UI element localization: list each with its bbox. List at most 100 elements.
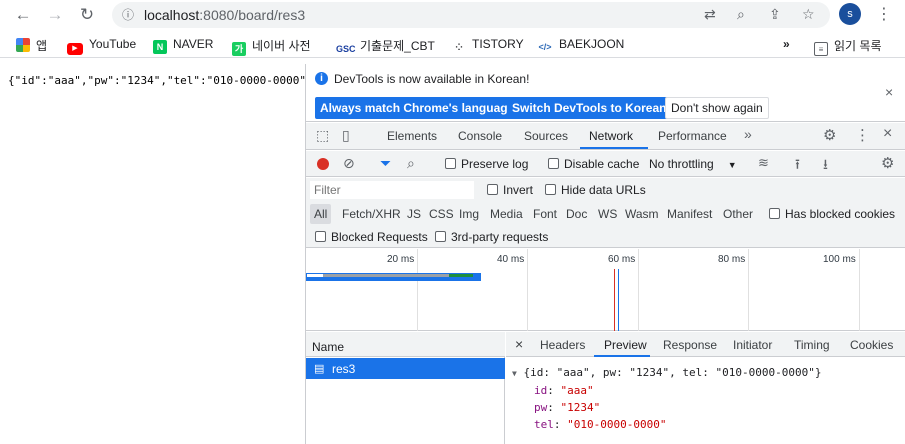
inspect-element-icon[interactable]: ⬚ [316, 127, 329, 144]
tab-initiator[interactable]: Initiator [733, 338, 772, 352]
browser-menu-icon[interactable]: ⋮ [876, 4, 892, 24]
gridline [417, 249, 418, 331]
browser-toolbar: ← → ↻ ⓘ localhost:8080/board/res3 ⇄ ⌕ ⇪ … [0, 0, 905, 30]
tab-console[interactable]: Console [458, 129, 502, 143]
tab-cookies[interactable]: Cookies [850, 338, 893, 352]
request-bar [306, 273, 481, 281]
disable-cache-checkbox[interactable]: Disable cache [548, 157, 639, 171]
third-party-checkbox[interactable]: 3rd-party requests [435, 230, 548, 244]
switch-to-korean-button[interactable]: Switch DevTools to Korean [507, 97, 672, 119]
preview-summary-row[interactable]: ▼ {id: "aaa", pw: "1234", tel: "010-0000… [512, 364, 821, 382]
tab-network[interactable]: Network [589, 129, 633, 143]
profile-avatar[interactable]: s [839, 3, 861, 25]
clear-icon[interactable]: ⊘ [343, 155, 355, 172]
network-conditions-icon[interactable]: ≋ [758, 155, 769, 171]
network-toolbar: ⊘ ⏷ ⌕ Preserve log Disable cache No thro… [306, 151, 905, 177]
bookmark-cbt[interactable]: GSC 기출문제_CBT [336, 37, 435, 56]
bookmark-apps[interactable]: 앱 [16, 37, 47, 54]
reading-list[interactable]: ≡ 읽기 목록 [814, 37, 882, 56]
bookmark-naver[interactable]: N NAVER [153, 37, 213, 54]
tab-sources[interactable]: Sources [524, 129, 568, 143]
reload-icon[interactable]: ↻ [76, 4, 98, 26]
name-column-header[interactable]: Name [306, 332, 505, 357]
bookmark-baekjoon[interactable]: </> BAEKJOON [537, 37, 624, 54]
tick-label: 80 ms [718, 254, 746, 265]
tab-response[interactable]: Response [663, 338, 717, 352]
bookmark-tistory[interactable]: ⁘ TISTORY [452, 37, 524, 54]
type-doc[interactable]: Doc [566, 207, 587, 221]
more-tabs-icon[interactable]: » [744, 126, 752, 142]
tistory-icon: ⁘ [452, 40, 466, 54]
type-manifest[interactable]: Manifest [667, 207, 712, 221]
translate-icon[interactable]: ⇄ [704, 6, 716, 23]
type-fetch-xhr[interactable]: Fetch/XHR [342, 207, 401, 221]
tick-label: 100 ms [823, 254, 856, 265]
blocked-row: Blocked Requests 3rd-party requests [306, 226, 905, 248]
invert-checkbox[interactable]: Invert [487, 183, 533, 197]
has-blocked-cookies-checkbox[interactable]: Has blocked cookies [769, 207, 895, 221]
bookmark-star-icon[interactable]: ☆ [802, 6, 815, 23]
type-font[interactable]: Font [533, 207, 557, 221]
naver-dict-icon: 가 [232, 42, 246, 56]
naver-icon: N [153, 40, 167, 54]
tab-elements[interactable]: Elements [387, 129, 437, 143]
type-js[interactable]: JS [407, 207, 421, 221]
network-overview-timeline[interactable]: 20 ms 40 ms 60 ms 80 ms 100 ms [306, 249, 905, 331]
type-img[interactable]: Img [459, 207, 479, 221]
throttling-select[interactable]: No throttling ▼ [649, 157, 737, 171]
share-icon[interactable]: ⇪ [769, 6, 781, 23]
settings-gear-icon[interactable]: ⚙ [823, 126, 836, 144]
filter-funnel-icon[interactable]: ⏷ [380, 155, 391, 172]
tab-preview[interactable]: Preview [604, 338, 647, 352]
active-detail-tab-indicator [594, 355, 650, 357]
tick-label: 60 ms [608, 254, 636, 265]
type-ws[interactable]: WS [598, 207, 617, 221]
record-icon[interactable] [317, 158, 329, 170]
devtools-panel: i DevTools is now available in Korean! A… [305, 64, 905, 444]
filter-input[interactable] [310, 181, 474, 199]
preview-field-row: tel: "010-0000-0000" [534, 418, 667, 431]
url-text[interactable]: localhost:8080/board/res3 [144, 7, 305, 23]
export-har-icon[interactable]: ⭳ [823, 154, 828, 178]
search-icon[interactable]: ⌕ [407, 155, 415, 172]
bookmark-naver-dict[interactable]: 가 네이버 사전 [232, 37, 311, 56]
device-toolbar-icon[interactable]: ▯ [342, 127, 350, 144]
filter-row: Invert Hide data URLs [306, 178, 905, 202]
devtools-tabs: ⬚ ▯ Elements Console Sources Network Per… [306, 123, 905, 150]
always-match-language-button[interactable]: Always match Chrome's language [315, 97, 520, 119]
info-icon[interactable]: ⓘ [122, 6, 134, 23]
type-media[interactable]: Media [490, 207, 523, 221]
reading-list-icon: ≡ [814, 42, 828, 56]
tab-timing[interactable]: Timing [794, 338, 830, 352]
type-wasm[interactable]: Wasm [625, 207, 659, 221]
bookmarks-overflow[interactable]: » [783, 37, 790, 51]
type-all[interactable]: All [310, 204, 332, 224]
address-bar[interactable]: ⓘ localhost:8080/board/res3 ⇄ ⌕ ⇪ ☆ [112, 2, 830, 28]
tab-performance[interactable]: Performance [658, 129, 727, 143]
active-tab-indicator [580, 147, 648, 149]
hide-data-urls-checkbox[interactable]: Hide data URLs [545, 183, 646, 197]
tab-headers[interactable]: Headers [540, 338, 585, 352]
resource-type-filters: All Fetch/XHR JS CSS Img Media Font Doc … [306, 202, 905, 226]
import-har-icon[interactable]: ⭱ [795, 154, 800, 178]
blocked-requests-checkbox[interactable]: Blocked Requests [315, 230, 428, 244]
expand-triangle-icon[interactable]: ▼ [512, 369, 517, 378]
type-css[interactable]: CSS [429, 207, 454, 221]
dont-show-again-button[interactable]: Don't show again [665, 97, 769, 119]
preview-field-row: id: "aaa" [534, 384, 594, 397]
type-other[interactable]: Other [723, 207, 753, 221]
network-settings-icon[interactable]: ⚙ [881, 154, 894, 172]
close-detail-icon[interactable]: × [515, 336, 523, 352]
forward-icon[interactable]: → [44, 4, 66, 26]
request-row-res3[interactable]: ▤ res3 [306, 358, 505, 379]
devtools-infobar: i DevTools is now available in Korean! A… [306, 64, 905, 122]
gridline [859, 249, 860, 331]
close-devtools-icon[interactable]: × [883, 125, 892, 143]
customize-menu-icon[interactable]: ⋮ [855, 126, 870, 144]
gridline [748, 249, 749, 331]
zoom-icon[interactable]: ⌕ [737, 6, 745, 23]
bookmark-youtube[interactable]: ▶ YouTube [67, 37, 136, 55]
close-infobar-icon[interactable]: × [885, 84, 893, 100]
preserve-log-checkbox[interactable]: Preserve log [445, 157, 528, 171]
back-icon[interactable]: ← [12, 4, 34, 26]
